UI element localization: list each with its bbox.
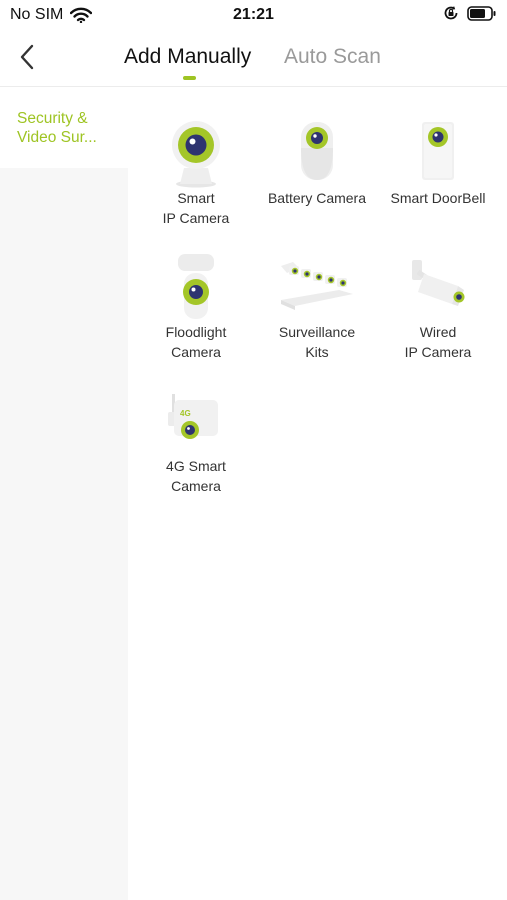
device-label: Wired IP Camera bbox=[404, 324, 472, 360]
device-label: Battery Camera bbox=[267, 190, 367, 206]
4g-badge: 4G bbox=[180, 409, 191, 418]
tab-active-indicator bbox=[183, 76, 196, 80]
device-label: Smart DoorBell bbox=[390, 190, 486, 206]
back-button[interactable] bbox=[14, 42, 42, 72]
4g-camera-icon: 4G bbox=[168, 394, 218, 439]
device-label: 4G Smart Camera bbox=[166, 458, 226, 494]
status-right bbox=[443, 5, 497, 21]
device-floodlight-camera[interactable]: Floodlight Camera bbox=[136, 222, 256, 360]
battery-icon bbox=[467, 5, 496, 21]
device-smart-ip-camera[interactable]: Smart IP Camera bbox=[136, 88, 256, 226]
sidebar-item-security-video[interactable]: Security & Video Sur... bbox=[0, 88, 128, 168]
battery-camera-icon bbox=[301, 122, 333, 180]
device-label: Surveillance Kits bbox=[278, 324, 356, 360]
orientation-lock-icon bbox=[444, 6, 458, 20]
clock: 21:21 bbox=[233, 6, 274, 23]
device-surveillance-kits[interactable]: Surveillance Kits bbox=[257, 222, 377, 360]
tab-add-manually[interactable]: Add Manually bbox=[124, 45, 251, 69]
sidebar-item-label: Security & Video Sur... bbox=[17, 110, 97, 146]
doorbell-icon bbox=[422, 122, 454, 180]
wired-camera-icon bbox=[412, 260, 465, 306]
chevron-left-icon bbox=[20, 44, 34, 70]
nav-bar: Add Manually Auto Scan bbox=[0, 30, 507, 87]
smart-ip-camera-icon bbox=[172, 121, 220, 188]
surveillance-kit-icon bbox=[281, 262, 353, 310]
device-battery-camera[interactable]: Battery Camera bbox=[257, 88, 377, 208]
status-bar: No SIM 21:21 bbox=[0, 0, 507, 30]
device-smart-doorbell[interactable]: Smart DoorBell bbox=[378, 88, 498, 208]
floodlight-camera-icon bbox=[178, 254, 214, 319]
device-4g-smart-camera[interactable]: 4G 4G Smart Camera bbox=[136, 356, 256, 494]
tab-auto-scan[interactable]: Auto Scan bbox=[284, 45, 381, 69]
device-wired-ip-camera[interactable]: Wired IP Camera bbox=[378, 222, 498, 360]
category-sidebar: Security & Video Sur... bbox=[0, 88, 128, 900]
